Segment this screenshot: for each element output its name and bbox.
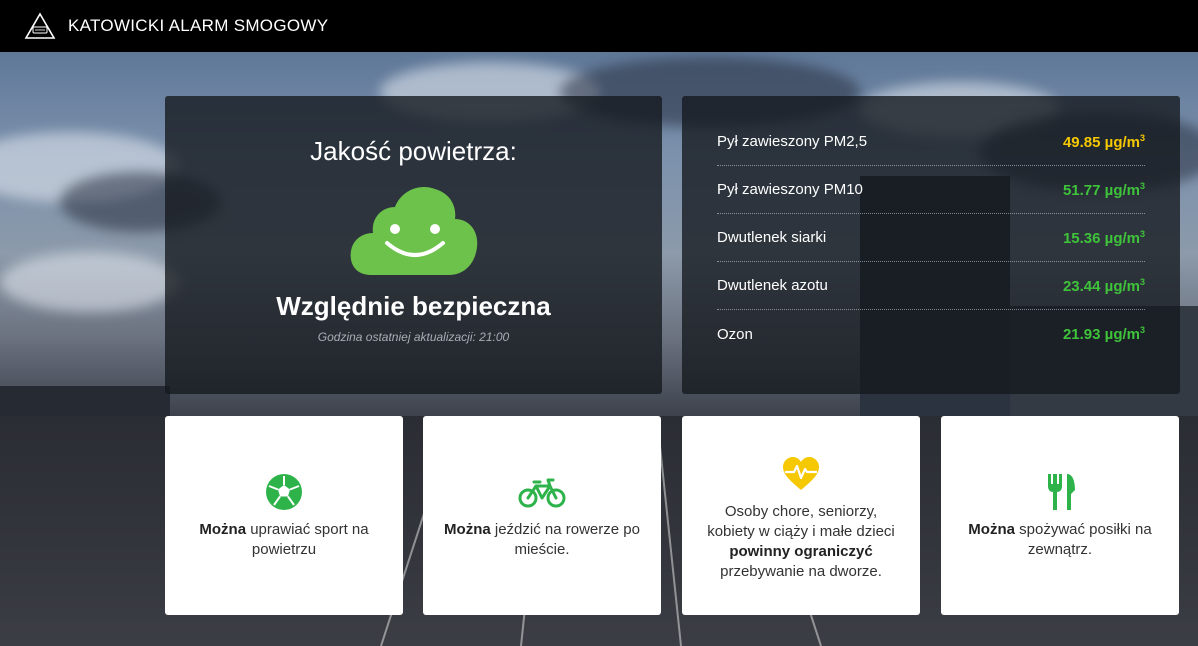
pollutant-name: Pył zawieszony PM2,5 — [717, 133, 868, 150]
pollutant-row-pm10: Pył zawieszony PM10 51.77 µg/m3 — [717, 166, 1145, 214]
last-update-time: Godzina ostatniej aktualizacji: 21:00 — [317, 330, 510, 344]
pollutant-row-pm25: Pył zawieszony PM2,5 49.85 µg/m3 — [717, 118, 1145, 166]
advice-card-health: Osoby chore, seniorzy, kobiety w ciąży i… — [682, 416, 920, 615]
pollutant-row-so2: Dwutlenek siarki 15.36 µg/m3 — [717, 214, 1145, 262]
air-quality-status: Względnie bezpieczna — [276, 291, 551, 321]
pollutant-name: Dwutlenek azotu — [717, 277, 828, 294]
happy-cloud-icon — [350, 187, 477, 275]
pollutant-name: Pył zawieszony PM10 — [717, 181, 863, 198]
pollutant-name: Ozon — [717, 325, 753, 343]
smog-alert-triangle-icon[interactable] — [24, 12, 56, 40]
pollutant-value: 15.36 µg/m3 — [1062, 228, 1145, 247]
advice-card-food: Można spożywać posiłki na zewnątrz. — [941, 416, 1179, 615]
pollutant-name: Dwutlenek siarki — [717, 229, 827, 246]
advice-text: Można uprawiać sport na powietrzu — [199, 521, 369, 558]
bicycle-icon — [518, 478, 566, 508]
pollutant-value: 51.77 µg/m3 — [1062, 180, 1145, 199]
advice-card-sport: Można uprawiać sport na powietrzu — [165, 416, 403, 615]
advice-card-bike: Można jeździć na rowerze po mieście. — [423, 416, 661, 615]
app-title[interactable]: KATOWICKI ALARM SMOGOWY — [68, 16, 328, 36]
pollutants-panel: Pył zawieszony PM2,5 49.85 µg/m3 Pył zaw… — [682, 96, 1180, 394]
top-bar: KATOWICKI ALARM SMOGOWY — [0, 0, 1198, 52]
pollutant-value: 21.93 µg/m3 — [1062, 325, 1145, 343]
soccer-ball-icon — [266, 474, 302, 510]
pollutant-row-no2: Dwutlenek azotu 23.44 µg/m3 — [717, 262, 1145, 310]
advice-text: Można jeździć na rowerze po mieście. — [444, 521, 640, 558]
pollutant-value: 49.85 µg/m3 — [1062, 132, 1145, 151]
air-quality-title: Jakość powietrza: — [310, 136, 517, 166]
heartbeat-icon — [783, 457, 819, 490]
air-quality-panel: Jakość powietrza: Względnie bezpieczna G… — [165, 96, 662, 394]
fork-knife-icon — [1048, 474, 1075, 510]
pollutant-row-ozone: Ozon 21.93 µg/m3 — [717, 310, 1145, 358]
advice-text: Osoby chore, seniorzy, kobiety w ciąży i… — [707, 503, 895, 580]
pollutant-value: 23.44 µg/m3 — [1062, 276, 1145, 295]
advice-text: Można spożywać posiłki na zewnątrz. — [968, 521, 1152, 558]
